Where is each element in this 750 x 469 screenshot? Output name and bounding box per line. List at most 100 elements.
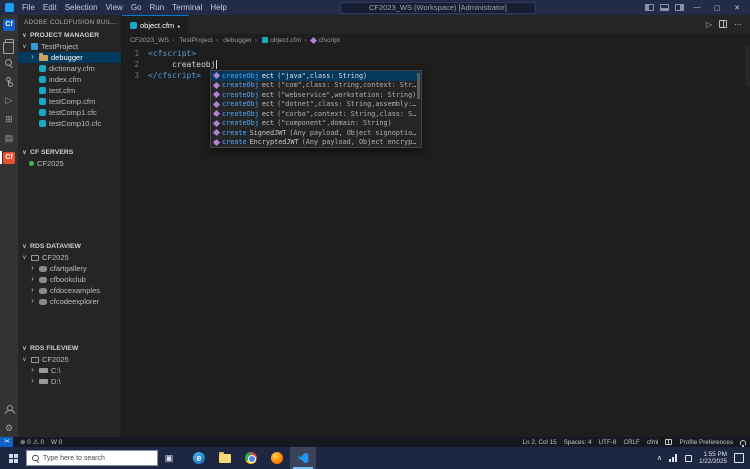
section-cf-servers[interactable]: CF SERVERS (18, 147, 121, 158)
taskbar-chrome-icon[interactable] (238, 447, 264, 469)
volume-icon[interactable] (684, 454, 692, 462)
suggestion-item[interactable]: createObj ect ("com",class: String,context… (211, 81, 421, 91)
suggestion-item[interactable]: createObj ect ("webservice",workstation: S… (211, 90, 421, 100)
suggestion-item[interactable]: create EncryptedJWT (Any payload, Object e… (211, 138, 421, 148)
explorer-icon[interactable] (2, 37, 16, 54)
database-icon[interactable]: ▤ (2, 132, 16, 145)
window-title[interactable]: CF2023_WS (Workspace) [Administrator] (340, 1, 536, 14)
datasource-item[interactable]: cfartgallery (18, 263, 121, 274)
menubar-item[interactable]: Help (206, 3, 230, 12)
modified-dot-icon[interactable] (177, 21, 180, 30)
run-debug-icon[interactable]: ▷ (2, 94, 16, 107)
toggle-sidebar-icon[interactable] (645, 4, 654, 11)
maximize-button[interactable] (710, 4, 724, 12)
coldfusion-view-icon[interactable]: Cf (0, 151, 16, 164)
datasource-item[interactable]: cfcodeexplorer (18, 296, 121, 307)
datasource-item[interactable]: cfbookclub (18, 274, 121, 285)
datasource-item[interactable]: cfdocexamples (18, 285, 121, 296)
menubar-item[interactable]: Go (127, 3, 146, 12)
action-center-icon[interactable] (734, 453, 744, 463)
tree-item[interactable]: index.cfm (18, 74, 121, 85)
breadcrumb-item[interactable]: cfscript (301, 36, 340, 44)
network-icon[interactable] (668, 454, 678, 462)
rds-root-label: CF2025 (42, 253, 69, 262)
drive-item[interactable]: C:\ (18, 365, 121, 376)
warning-icon: ⚠ (32, 438, 39, 446)
tree-item[interactable]: test.cfm (18, 85, 121, 96)
suggest-scrollbar[interactable] (417, 73, 420, 99)
minimize-button[interactable] (690, 4, 704, 11)
search-icon[interactable] (2, 56, 16, 69)
breadcrumb-item[interactable]: debugger (213, 37, 252, 44)
breadcrumb-separator-icon (301, 37, 309, 44)
breadcrumb-item[interactable]: CF2023_WS (130, 37, 169, 44)
profile-preferences[interactable]: Profile Preferences (679, 439, 733, 446)
tree-item[interactable]: dictionary.cfm (18, 63, 121, 74)
toggle-secondary-sidebar-icon[interactable] (675, 4, 684, 11)
menubar-item[interactable]: View (102, 3, 127, 12)
taskbar-firefox-icon[interactable] (264, 447, 290, 469)
w-badge[interactable]: W 0 (51, 439, 62, 446)
remote-indicator[interactable]: >< (0, 437, 14, 447)
section-rds-dataview[interactable]: RDS DATAVIEW (18, 241, 121, 252)
close-button[interactable] (730, 4, 744, 12)
suggestion-item[interactable]: create SignedJWT (Any payload, Object sign… (211, 128, 421, 138)
suggestion-params: ("java",class: String) (277, 71, 368, 80)
suggestion-item[interactable]: createObj ect ("dotnet",class: String,asse… (211, 100, 421, 110)
split-editor-icon[interactable] (719, 19, 727, 30)
drive-item[interactable]: D:\ (18, 376, 121, 387)
tree-item[interactable]: testComp10.cfc (18, 118, 121, 129)
menubar-item[interactable]: File (18, 3, 39, 12)
tree-item[interactable]: testComp1.cfc (18, 107, 121, 118)
tray-expand-icon[interactable]: ∧ (657, 454, 662, 462)
taskbar-clock[interactable]: 1:55 PM 1/22/2025 (699, 451, 727, 465)
editor-group: object.cfm ▷ ⋯ CF2023_WS (122, 15, 750, 437)
menubar-item[interactable]: Run (145, 3, 168, 12)
start-button[interactable] (0, 447, 26, 469)
more-actions-icon[interactable]: ⋯ (734, 20, 742, 29)
toggle-panel-icon[interactable] (660, 4, 669, 11)
editor-scrollbar[interactable] (745, 46, 750, 86)
cursor-position[interactable]: Ln 2, Col 15 (523, 439, 557, 446)
tree-item-project[interactable]: TestProject (18, 41, 121, 52)
language-mode[interactable]: cfml (647, 439, 659, 446)
taskbar-vscode-icon[interactable] (290, 447, 316, 469)
titlebar: File Edit Selection View Go Run Terminal… (0, 0, 750, 15)
tree-item[interactable]: testComp.cfm (18, 96, 121, 107)
rds-root-label: CF2025 (42, 355, 69, 364)
rds-fileview-root[interactable]: CF2025 (18, 354, 121, 365)
extensions-icon[interactable]: ⊞ (2, 113, 16, 126)
notifications-bell-icon[interactable] (740, 439, 746, 447)
encoding[interactable]: UTF-8 (599, 439, 617, 446)
suggestion-item[interactable]: createObj ect ("component",domain: String) (211, 119, 421, 129)
titlebar-center: CF2023_WS (Workspace) [Administrator] (231, 1, 645, 14)
problems-status[interactable]: ⊗ 0 ⚠ 0 (20, 439, 44, 446)
breadcrumb-item[interactable]: TestProject (169, 37, 213, 44)
server-item[interactable]: CF2025 (18, 158, 121, 169)
taskbar-search-input[interactable]: Type here to search (26, 450, 158, 466)
editor-layout-icon[interactable] (665, 439, 673, 445)
menubar-item[interactable]: Edit (39, 3, 61, 12)
menubar-item[interactable]: Terminal (168, 3, 206, 12)
run-file-icon[interactable]: ▷ (706, 20, 712, 29)
eol-sequence[interactable]: CRLF (623, 439, 639, 446)
tab-object-cfm[interactable]: object.cfm (122, 15, 190, 34)
settings-gear-icon[interactable]: ⚙ (2, 422, 16, 435)
tree-item[interactable]: debugger (18, 52, 121, 63)
taskbar-edge-icon[interactable]: e (186, 447, 212, 469)
menubar-item[interactable]: Selection (61, 3, 102, 12)
account-icon[interactable] (2, 403, 16, 416)
section-project-manager[interactable]: PROJECT MANAGER (18, 30, 121, 41)
taskbar-file-explorer-icon[interactable] (212, 447, 238, 469)
section-rds-fileview[interactable]: RDS FILEVIEW (18, 343, 121, 354)
rds-dataview-root[interactable]: CF2025 (18, 252, 121, 263)
indentation[interactable]: Spaces: 4 (564, 439, 592, 446)
suggestion-item[interactable]: createObj ect ("corba",context: String,cla… (211, 109, 421, 119)
task-view-icon[interactable]: ▣ (158, 447, 180, 469)
code-area[interactable]: 1 <cfscript> 2 createobj 3 </cfscript> c… (122, 46, 750, 437)
coldfusion-builder-logo-icon[interactable]: Cf (2, 18, 16, 31)
breadcrumb-item[interactable]: object.cfm (252, 37, 301, 44)
suggestion-item[interactable]: createObj ect ("java",class: String) (211, 71, 421, 81)
source-control-icon[interactable] (2, 75, 16, 88)
suggestion-match: createObj (222, 81, 259, 90)
